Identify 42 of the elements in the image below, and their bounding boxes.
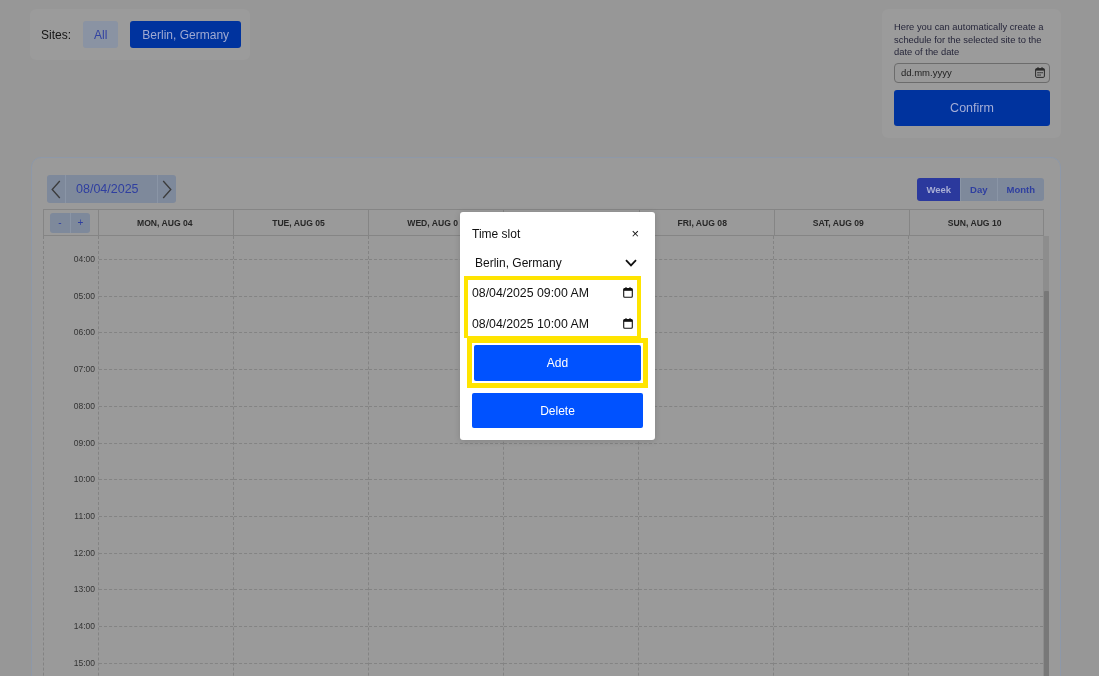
chevron-right-icon <box>162 179 172 199</box>
delete-button[interactable]: Delete <box>472 393 643 428</box>
time-label: 04:00 <box>73 254 95 265</box>
time-label: 06:00 <box>73 327 95 339</box>
previous-button[interactable] <box>47 175 66 203</box>
chevron-down-icon <box>625 258 637 267</box>
calendar-icon[interactable] <box>623 318 633 329</box>
day-header: SAT, AUG 09 <box>812 217 864 228</box>
time-label: 10:00 <box>73 474 95 486</box>
view-tab[interactable]: Month <box>996 178 1044 201</box>
zoom-in-button[interactable]: + <box>70 212 90 233</box>
day-header: MON, AUG 04 <box>137 217 193 228</box>
view-tab[interactable]: Week <box>917 178 961 201</box>
date-field[interactable]: dd.mm.yyyy <box>894 62 1050 83</box>
date-display[interactable]: 08/04/2025 <box>66 175 157 203</box>
time-label: 14:00 <box>73 621 95 633</box>
day-header: WED, AUG 0 <box>407 217 459 228</box>
confirm-button[interactable]: Confirm <box>894 89 1050 126</box>
time-label: 05:00 <box>73 290 95 302</box>
view-tab[interactable]: Day <box>960 178 997 201</box>
time-label: 09:00 <box>73 437 95 449</box>
add-button[interactable]: Add <box>474 345 641 381</box>
site-button[interactable]: All <box>83 21 119 48</box>
calendar-icon[interactable] <box>623 287 633 298</box>
day-header: FRI, AUG 08 <box>677 217 727 228</box>
dialog-title: Time slot <box>472 227 521 241</box>
time-label: 08:00 <box>73 400 95 412</box>
sites-label: Sites: <box>41 27 71 42</box>
site-button[interactable]: Berlin, Germany <box>130 21 242 48</box>
time-label: 15:00 <box>73 657 95 669</box>
next-button[interactable] <box>157 175 176 203</box>
time-label: 12:00 <box>73 547 95 559</box>
close-button[interactable]: × <box>629 227 641 241</box>
time-label: 11:00 <box>74 511 95 523</box>
day-header: TUE, AUG 05 <box>272 217 325 228</box>
time-label: 07:00 <box>73 364 95 376</box>
day-header: SUN, AUG 10 <box>947 217 1002 228</box>
time-label: 13:00 <box>73 584 95 596</box>
chevron-left-icon <box>51 179 61 199</box>
site-select[interactable]: Berlin, Germany <box>472 253 643 272</box>
zoom-out-button[interactable]: - <box>50 212 70 233</box>
schedule-description: Here you can automatically create a schedule for the selected site to the date of the date <box>894 21 1045 59</box>
